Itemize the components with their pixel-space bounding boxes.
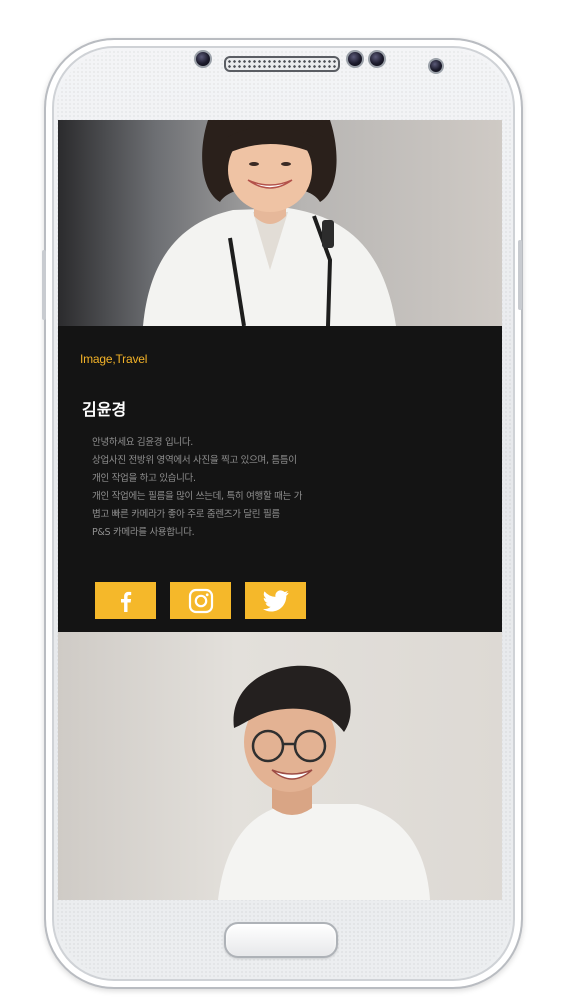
front-camera-icon bbox=[428, 58, 444, 74]
twitter-button[interactable] bbox=[245, 582, 306, 619]
bio-line: P&S 카메라를 사용합니다. bbox=[92, 527, 195, 538]
bio-line: 상업사진 전방위 영역에서 사진을 찍고 있으며, 틈틈이 bbox=[92, 455, 297, 466]
profile-photo-man bbox=[58, 632, 502, 900]
sensor-icon bbox=[368, 50, 386, 68]
phone-screen: Image,Travel 김윤경 안녕하세요 김윤경 입니다. 상업사진 전방위… bbox=[58, 120, 502, 900]
bio-line: 볍고 빠른 카메라가 좋아 주로 줌렌즈가 달린 필름 bbox=[92, 509, 280, 520]
bio-line: 개인 작업을 하고 있습니다. bbox=[92, 473, 196, 484]
bio-line: 개인 작업에는 필름을 많이 쓰는데, 특히 여행할 때는 가 bbox=[92, 491, 303, 502]
earpiece-speaker bbox=[224, 56, 340, 72]
profile-card: Image,Travel 김윤경 안녕하세요 김윤경 입니다. 상업사진 전방위… bbox=[58, 326, 502, 632]
home-button[interactable] bbox=[224, 922, 338, 958]
profile-bio: 안녕하세요 김윤경 입니다. 상업사진 전방위 영역에서 사진을 찍고 있으며,… bbox=[92, 434, 352, 542]
facebook-button[interactable] bbox=[95, 582, 156, 619]
bio-line: 안녕하세요 김윤경 입니다. bbox=[92, 437, 193, 448]
profile-photo-woman bbox=[58, 120, 502, 326]
device-mockup: Image,Travel 김윤경 안녕하세요 김윤경 입니다. 상업사진 전방위… bbox=[0, 0, 584, 1007]
profile-photo-man-illustration bbox=[218, 665, 430, 900]
instagram-icon bbox=[188, 588, 213, 613]
profile-name: 김윤경 bbox=[82, 400, 127, 419]
sensor-icon bbox=[346, 50, 364, 68]
proximity-sensor-icon bbox=[194, 50, 212, 68]
instagram-button[interactable] bbox=[170, 582, 231, 619]
volume-button bbox=[42, 250, 46, 320]
facebook-icon bbox=[120, 591, 131, 612]
twitter-icon bbox=[262, 589, 289, 612]
profile-category: Image,Travel bbox=[80, 352, 148, 366]
profile-photo-woman-illustration bbox=[143, 120, 396, 326]
power-button bbox=[518, 240, 522, 310]
